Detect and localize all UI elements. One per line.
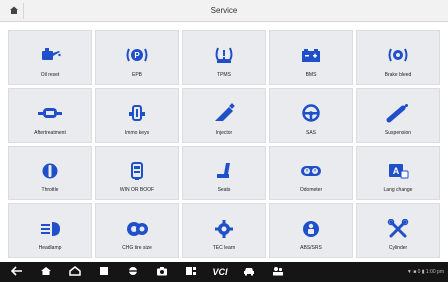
tile-label: Seats — [217, 187, 231, 194]
status-indicators: ▼ ■ 0 ▮ 1:00 pm — [406, 269, 444, 275]
steering-wheel-icon — [298, 102, 324, 124]
gearbox-icon — [124, 160, 150, 182]
tile-brake-bleed[interactable]: Brake bleed — [356, 30, 440, 85]
airbag-icon — [298, 218, 324, 240]
tile-label: Odometer — [299, 187, 323, 194]
tile-odometer[interactable]: Odometer — [269, 145, 353, 201]
globe-icon — [128, 263, 138, 281]
tile-label: Headlamp — [38, 245, 62, 251]
car-icon — [243, 263, 255, 281]
tire-size-icon — [124, 218, 150, 240]
tile-chg-tire-size[interactable]: CHG tire size — [95, 203, 179, 258]
home-icon — [9, 2, 19, 20]
tile-oil-reset[interactable]: Oil reset — [8, 30, 92, 85]
brake-icon — [385, 44, 411, 66]
tile-label: Throttle — [41, 187, 59, 194]
tile-label: Aftertreatment — [34, 129, 66, 136]
vci-label: VCI — [212, 267, 228, 277]
home-nav-button[interactable] — [35, 262, 57, 282]
injector-icon — [211, 102, 237, 124]
tile-win-or-boof[interactable]: WIN OR BOOF — [95, 145, 179, 201]
tire-pressure-icon — [211, 44, 237, 66]
user-button[interactable] — [267, 262, 289, 282]
page-title: Service — [210, 6, 238, 15]
battery-icon — [298, 44, 324, 66]
tile-epb[interactable]: P EPB — [95, 30, 179, 85]
throttle-icon — [37, 160, 63, 182]
exhaust-filter-icon — [37, 102, 63, 124]
tile-label: TEC learn — [212, 245, 236, 251]
tile-label: SAS — [305, 129, 316, 136]
bottom-taskbar: VCI ▼ ■ 0 ▮ 1:00 pm — [0, 262, 448, 282]
tile-seats[interactable]: Seats — [182, 145, 266, 201]
tile-abs-srs[interactable]: ABS/SRS — [269, 203, 353, 258]
tile-label: EPB — [131, 71, 142, 78]
tile-label: ABS/SRS — [300, 245, 322, 251]
top-bar: Service — [0, 0, 448, 22]
tile-label: Cylinder — [388, 245, 408, 251]
display-button[interactable] — [180, 262, 202, 282]
svg-text:A: A — [393, 166, 400, 176]
gear-learn-icon — [211, 218, 237, 240]
tile-label: BMS — [305, 71, 317, 78]
tile-label: TPMS — [217, 71, 231, 78]
camera-icon — [156, 263, 168, 281]
back-button[interactable] — [6, 262, 28, 282]
tile-lang-change[interactable]: A Lang change — [356, 145, 440, 201]
seat-icon — [211, 160, 237, 182]
house-outline-icon — [69, 263, 81, 281]
tile-label: Lang change — [383, 187, 413, 194]
home-icon — [40, 263, 52, 281]
headlamp-icon — [37, 218, 63, 240]
tile-throttle[interactable]: Throttle — [8, 145, 92, 201]
tile-tec-learn[interactable]: TEC learn — [182, 203, 266, 258]
tile-label: Suspension — [384, 129, 412, 136]
cylinder-tools-icon — [385, 218, 411, 240]
odometer-icon — [298, 160, 324, 182]
tile-suspension[interactable]: Suspension — [356, 87, 440, 143]
square-icon — [99, 263, 109, 281]
suspension-icon — [385, 102, 411, 124]
svg-text:P: P — [134, 51, 140, 60]
tile-label: Injector — [215, 129, 233, 136]
screen-icon — [185, 263, 197, 281]
tile-label: Brake bleed — [384, 71, 412, 78]
service-function-grid: Oil reset P EPB TPMS BMS Brake bleed Aft… — [8, 30, 440, 258]
tile-headlamp[interactable]: Headlamp — [8, 203, 92, 258]
browser-button[interactable] — [122, 262, 144, 282]
tile-label: Oil reset — [40, 71, 60, 78]
tile-label: Immo keys — [124, 129, 150, 136]
tile-tpms[interactable]: TPMS — [182, 30, 266, 85]
immo-key-icon — [124, 102, 150, 124]
language-icon: A — [385, 160, 411, 182]
tile-immo-keys[interactable]: Immo keys — [95, 87, 179, 143]
recent-apps-button[interactable] — [93, 262, 115, 282]
vci-button[interactable]: VCI — [209, 262, 231, 282]
workshop-home-button[interactable] — [64, 262, 86, 282]
tile-injector[interactable]: Injector — [182, 87, 266, 143]
tile-label: CHG tire size — [122, 245, 152, 251]
tile-bms[interactable]: BMS — [269, 30, 353, 85]
tile-cylinder[interactable]: Cylinder — [356, 203, 440, 258]
parking-brake-icon: P — [124, 44, 150, 66]
tile-sas[interactable]: SAS — [269, 87, 353, 143]
tile-aftertreatment[interactable]: Aftertreatment — [8, 87, 92, 143]
oil-can-icon — [37, 44, 63, 66]
people-icon — [272, 263, 284, 281]
tile-label: WIN OR BOOF — [119, 187, 155, 194]
camera-button[interactable] — [151, 262, 173, 282]
home-button[interactable] — [4, 3, 24, 19]
vehicle-button[interactable] — [238, 262, 260, 282]
back-arrow-icon — [10, 263, 23, 281]
